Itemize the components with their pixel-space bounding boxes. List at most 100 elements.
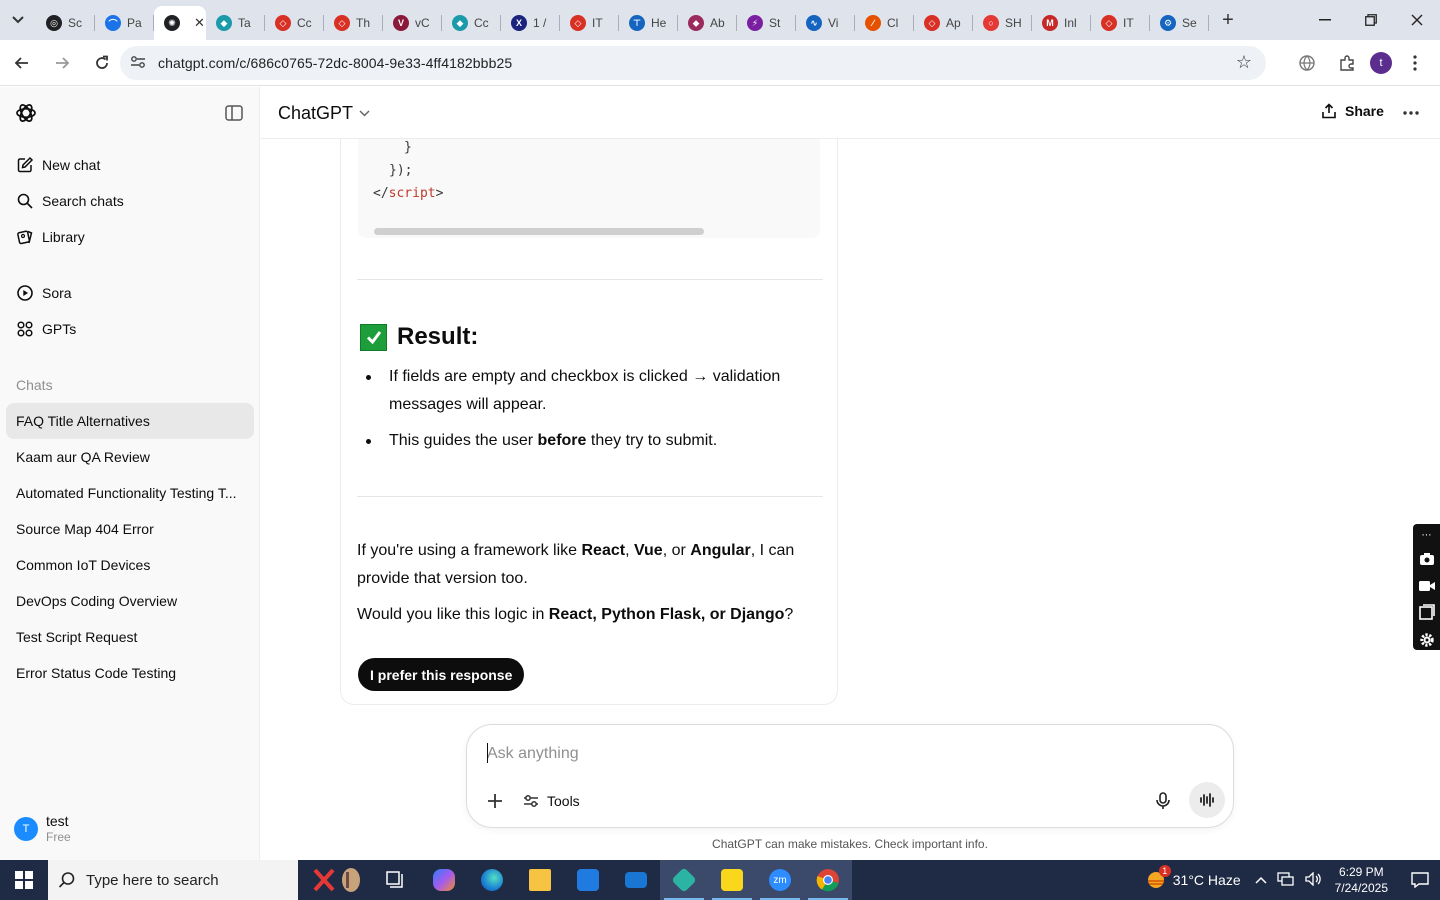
share-button[interactable]: Share (1321, 103, 1384, 119)
browser-tab[interactable]: ⚡ St (737, 6, 796, 40)
taskbar-app-zoom[interactable]: zm (756, 860, 804, 900)
chat-history-item[interactable]: DevOps Coding Overview (6, 583, 254, 619)
browser-menu-icon[interactable] (1398, 46, 1432, 80)
taskbar-app-mail[interactable] (612, 860, 660, 900)
reload-icon (96, 55, 108, 69)
sidebar-item-new-chat[interactable]: New chat (6, 147, 254, 183)
browser-tab[interactable]: M Inl (1032, 6, 1091, 40)
clock-time: 6:29 PM (1338, 865, 1384, 879)
extensions-icon[interactable] (1330, 46, 1364, 80)
attach-button[interactable] (483, 789, 507, 813)
browser-tab[interactable]: ⬥ Ab (678, 6, 737, 40)
browser-tab[interactable]: ◇ Th (324, 6, 383, 40)
bookmark-star-icon[interactable]: ☆ (1236, 52, 1252, 73)
taskbar-app-dev-tool[interactable] (660, 860, 708, 900)
chat-history-item[interactable]: Source Map 404 Error (6, 511, 254, 547)
volume-icon[interactable] (1304, 870, 1323, 889)
result-heading-text: Result: (397, 323, 479, 350)
close-tab-icon[interactable]: ✕ (194, 15, 205, 31)
browser-tab[interactable]: ⚙ Se (1150, 6, 1209, 40)
browser-tab[interactable]: X 1 / (501, 6, 560, 40)
address-bar[interactable]: chatgpt.com/c/686c0765-72dc-8004-9e33-4f… (120, 46, 1266, 80)
tab-favicon-icon: M (1042, 15, 1058, 31)
browser-tab[interactable]: ◇ Cc (265, 6, 324, 40)
browser-tab[interactable]: ⊤ He (619, 6, 678, 40)
browser-tab[interactable]: ◆ Cc (442, 6, 501, 40)
tab-title: Se (1182, 16, 1197, 30)
browser-tab[interactable]: ◆ Ta (206, 6, 265, 40)
browser-tab[interactable]: ◇ Ap (914, 6, 973, 40)
search-icon (58, 872, 75, 888)
user-profile[interactable]: T test Free (14, 813, 71, 845)
browser-tab[interactable]: ∕ Cl (855, 6, 914, 40)
start-button[interactable] (0, 860, 48, 900)
composer: Tools (466, 724, 1234, 828)
chat-history-item[interactable]: Test Script Request (6, 619, 254, 655)
site-info-icon[interactable] (130, 55, 152, 72)
tab-search-button[interactable] (0, 0, 36, 40)
chat-history-item[interactable]: Common IoT Devices (6, 547, 254, 583)
mail-icon (625, 872, 647, 888)
restore-button[interactable] (1348, 0, 1394, 40)
back-button[interactable] (4, 45, 40, 81)
voice-mode-button[interactable] (1189, 782, 1225, 818)
taskbar-app-sticky-notes[interactable] (708, 860, 756, 900)
chat-history-item[interactable]: Error Status Code Testing (6, 655, 254, 691)
browser-tab[interactable]: ∿ Vi (796, 6, 855, 40)
link-icon[interactable]: ⋯ (1422, 526, 1432, 546)
sidebar-item-library[interactable]: Library (6, 219, 254, 255)
notification-center-button[interactable] (1400, 860, 1440, 900)
waveform-icon (1200, 793, 1214, 807)
tools-button[interactable]: Tools (523, 789, 580, 813)
translate-icon[interactable] (1290, 46, 1324, 80)
tab-favicon-icon: ⬥ (688, 15, 704, 31)
minimize-button[interactable] (1302, 0, 1348, 40)
profile-avatar[interactable]: t (1370, 52, 1392, 74)
openai-logo-icon[interactable] (14, 101, 38, 125)
prompt-input[interactable] (487, 743, 1127, 765)
model-selector[interactable]: ChatGPT (278, 103, 370, 124)
sidebar-item-search-chats[interactable]: Search chats (6, 183, 254, 219)
gear-icon[interactable] (1419, 632, 1435, 654)
dictate-button[interactable] (1151, 789, 1175, 813)
video-camera-icon[interactable] (1418, 578, 1436, 598)
taskbar-app-chrome[interactable] (804, 860, 852, 900)
weather-widget[interactable]: 1 31°C Haze (1145, 865, 1241, 891)
windows-logo-icon (15, 871, 33, 889)
close-window-button[interactable] (1394, 0, 1440, 40)
diamond-app-icon (671, 867, 697, 893)
reload-button[interactable] (84, 45, 120, 81)
taskbar-app-copilot[interactable] (420, 860, 468, 900)
chat-history-item[interactable]: Automated Functionality Testing T... (6, 475, 254, 511)
chat-history-item[interactable]: FAQ Title Alternatives (6, 403, 254, 439)
browser-tab[interactable]: ✺ ✕ (154, 6, 206, 40)
taskbar-app-task-view[interactable] (372, 860, 420, 900)
taskbar-app-tools[interactable] (302, 860, 372, 900)
browser-tab[interactable]: ○ SH (973, 6, 1032, 40)
browser-tab[interactable]: ◇ IT (560, 6, 619, 40)
taskbar-app-edge[interactable] (468, 860, 516, 900)
taskbar-search[interactable]: Type here to search (48, 860, 298, 900)
taskbar-app-file-explorer[interactable] (516, 860, 564, 900)
prefer-response-button[interactable]: I prefer this response (358, 658, 525, 691)
network-icon[interactable] (1276, 871, 1295, 889)
browser-tab[interactable]: ◇ IT (1091, 6, 1150, 40)
sidebar-item-sora[interactable]: Sora (6, 275, 254, 311)
chevron-up-icon[interactable] (1255, 872, 1267, 889)
taskbar-app-store[interactable] (564, 860, 612, 900)
browser-tab[interactable]: VvC (383, 6, 442, 40)
camera-icon[interactable] (1419, 552, 1435, 572)
chat-history-item[interactable]: Kaam aur QA Review (6, 439, 254, 475)
more-options-button[interactable] (1403, 99, 1419, 120)
sidebar-item-gpts[interactable]: GPTs (6, 311, 254, 347)
window-capture-icon[interactable] (1418, 604, 1435, 626)
sidebar-toggle-icon[interactable] (224, 103, 244, 123)
forward-button[interactable] (44, 45, 80, 81)
tab-favicon-icon: ⚡ (747, 15, 763, 31)
clock[interactable]: 6:29 PM 7/24/2025 (1335, 864, 1388, 896)
code-scrollbar[interactable] (374, 228, 704, 235)
main-header: ChatGPT Share (261, 87, 1440, 139)
browser-tab[interactable]: ⌒ Pa (95, 6, 154, 40)
new-tab-button[interactable]: + (1213, 5, 1243, 35)
browser-tab[interactable]: ◎ Sc (36, 6, 95, 40)
